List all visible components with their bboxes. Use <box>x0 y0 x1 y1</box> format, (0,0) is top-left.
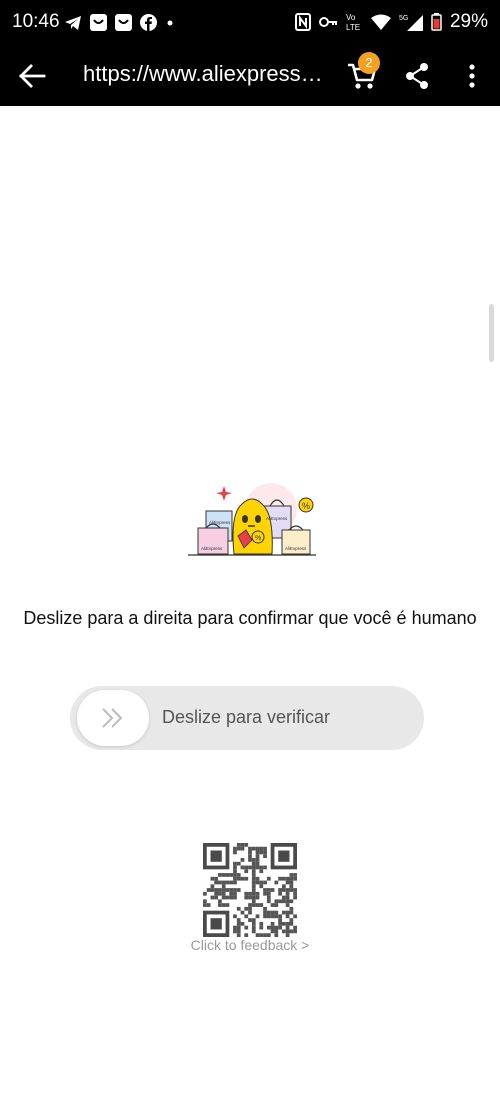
aliexpress-icon <box>115 14 132 31</box>
url-bar[interactable]: https://www.aliexpress.com <box>83 61 323 87</box>
svg-text:AliExpress: AliExpress <box>266 516 288 521</box>
status-time: 10:46 <box>12 11 60 32</box>
notification-icons <box>64 14 175 31</box>
slider-handle[interactable] <box>77 690 149 746</box>
wifi-icon <box>370 14 391 30</box>
more-options-icon[interactable] <box>460 62 484 90</box>
signal-icon: 5G <box>399 15 423 31</box>
svg-text:AliExpress: AliExpress <box>209 520 231 525</box>
dot-icon <box>167 20 173 25</box>
feedback-link[interactable]: Click to feedback > <box>0 937 500 953</box>
captcha-instruction: Deslize para a direita para confirmar qu… <box>23 608 477 628</box>
cart-count-badge: 2 <box>358 52 380 74</box>
telegram-icon <box>65 15 81 30</box>
double-chevron-right-icon <box>102 708 123 728</box>
browser-toolbar: https://www.aliexpress.com 2 <box>0 46 500 106</box>
svg-text:Vo: Vo <box>346 13 356 22</box>
scrollbar[interactable] <box>489 304 494 362</box>
feedback-qr-code[interactable] <box>203 843 297 937</box>
svg-text:%: % <box>255 535 261 542</box>
aliexpress-mascot-illustration: % % AliExpress AliExpress AliExpress Ali… <box>188 483 316 556</box>
key-icon <box>318 17 337 27</box>
system-icons: Vo LTE 5G 29% <box>294 11 488 33</box>
battery-icon <box>431 13 442 31</box>
svg-text:AliExpress: AliExpress <box>201 546 223 551</box>
svg-text:LTE: LTE <box>346 23 360 32</box>
facebook-icon <box>140 14 157 31</box>
svg-text:%: % <box>302 501 310 511</box>
share-icon[interactable] <box>404 62 430 90</box>
aliexpress-icon <box>90 14 107 31</box>
svg-text:AliExpress: AliExpress <box>285 546 307 551</box>
volte-icon: Vo LTE <box>346 13 360 32</box>
nfc-icon <box>294 13 311 31</box>
back-arrow-icon[interactable] <box>18 62 46 90</box>
battery-percentage: 29% <box>449 11 488 32</box>
svg-text:5G: 5G <box>399 15 408 22</box>
slider-label: Deslize para verificar <box>162 707 331 727</box>
status-bar: 10:46 Vo LTE 5G 29% <box>0 0 500 46</box>
